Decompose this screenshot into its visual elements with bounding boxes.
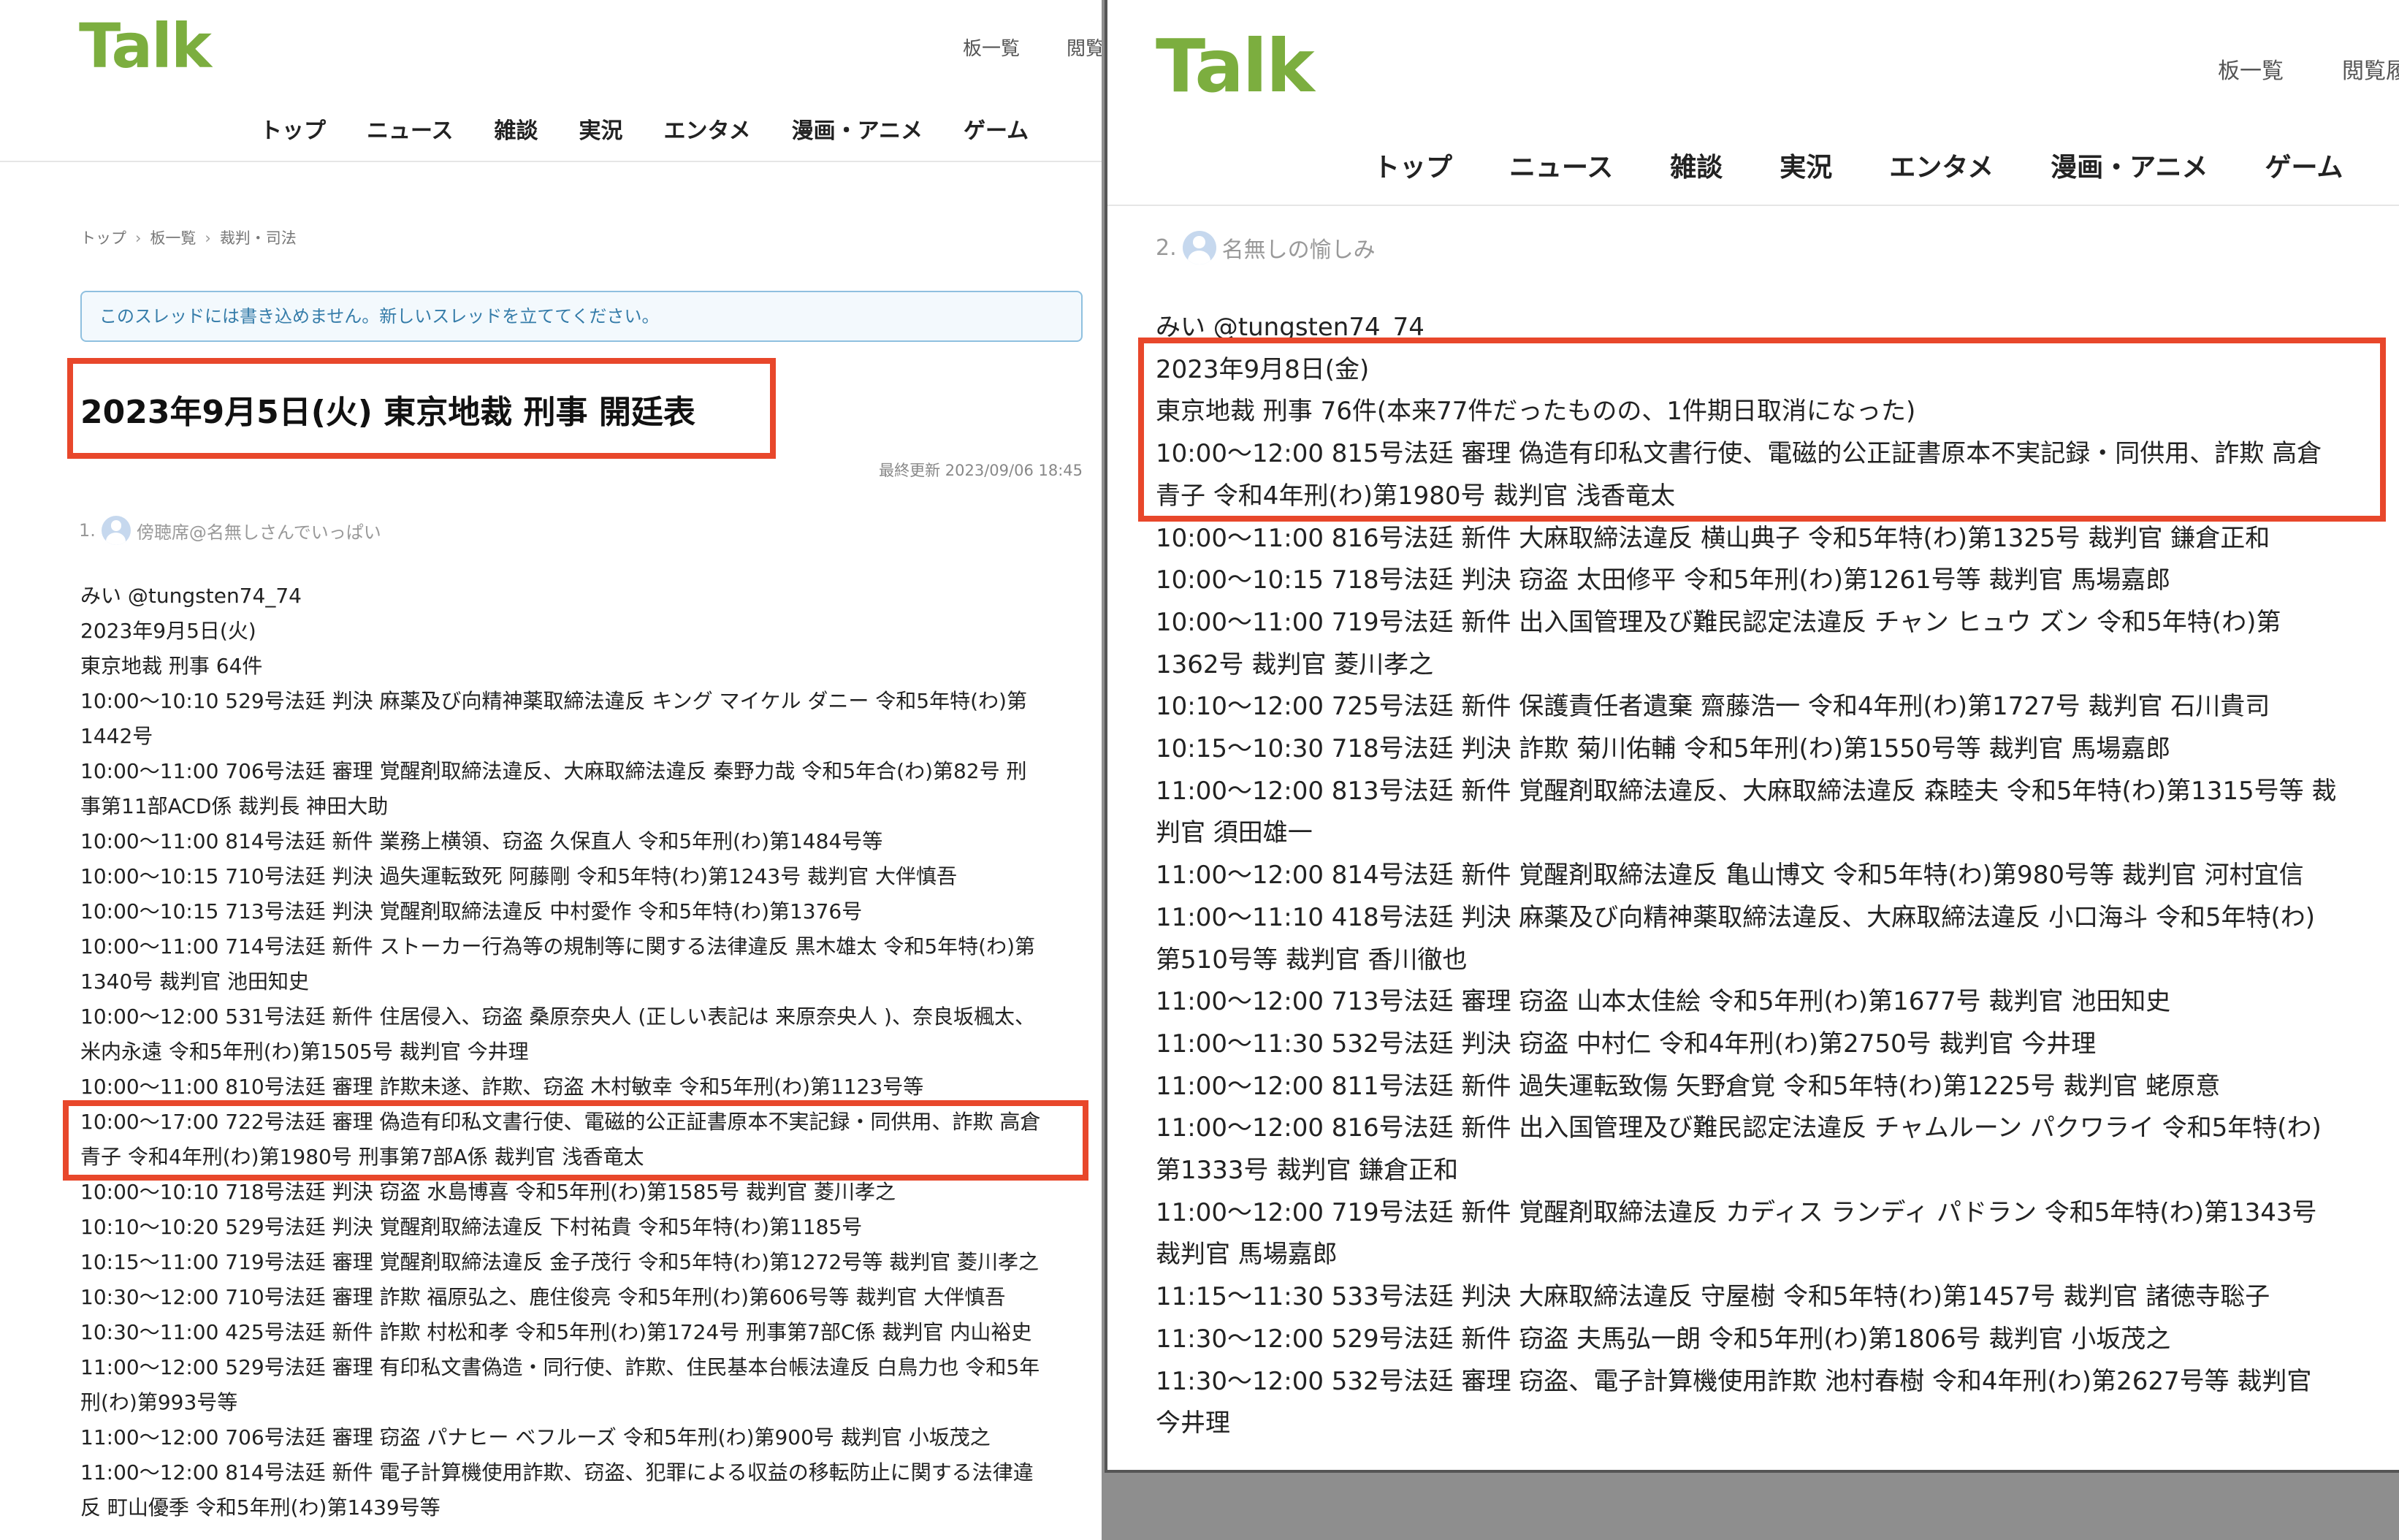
post-line: 10:00〜10:15 718号法廷 判決 窃盗 太田修平 令和5年刑(わ)第1… xyxy=(1156,565,2171,595)
chevron-right-icon: › xyxy=(205,229,211,247)
nav-game[interactable]: ゲーム xyxy=(964,113,1029,145)
board-list-link[interactable]: 板一覧 xyxy=(2218,53,2284,85)
board-list-link[interactable]: 板一覧 xyxy=(963,34,1020,61)
post-line: 第1333号 裁判官 鎌倉正和 xyxy=(1156,1156,1459,1186)
nav-manga-anime[interactable]: 漫画・アニメ xyxy=(2051,146,2208,184)
poster-name: 傍聴席@名無しさんでいっぱい xyxy=(136,522,381,543)
post-line: 東京地裁 刑事 64件 xyxy=(80,654,263,678)
breadcrumb-top[interactable]: トップ xyxy=(80,229,126,247)
left-screenshot-panel: Talk 板一覧 閲覧 トップ ニュース 雑談 実況 エンタメ 漫画・アニメ ゲ… xyxy=(0,0,1102,1540)
highlight-box-case xyxy=(63,1100,1088,1181)
site-logo[interactable]: Talk xyxy=(79,10,212,82)
poster-name: 名無しの愉しみ xyxy=(1221,237,1376,263)
post-line: 2023年9月5日(火) xyxy=(80,619,256,643)
history-link[interactable]: 閲覧履 xyxy=(2342,53,2399,85)
post-line: 10:15〜11:00 719号法廷 審理 覚醒剤取締法違反 金子茂行 令和5年… xyxy=(80,1250,1040,1274)
nav-news[interactable]: ニュース xyxy=(1509,146,1613,184)
post-line: 1442号 xyxy=(80,724,153,748)
user-avatar-icon xyxy=(1182,231,1216,264)
breadcrumb-board-list[interactable]: 板一覧 xyxy=(150,229,196,247)
user-avatar-icon xyxy=(101,516,131,545)
nav-top[interactable]: トップ xyxy=(1373,146,1452,184)
header-divider xyxy=(1107,205,2399,206)
highlight-box-title xyxy=(67,358,776,459)
post-line: 事第11部ACD係 裁判長 神田大助 xyxy=(80,794,389,818)
post-line: 刑(わ)第993号等 xyxy=(80,1390,238,1414)
nav-news[interactable]: ニュース xyxy=(367,113,454,145)
nav-live[interactable]: 実況 xyxy=(579,113,623,145)
nav-chat[interactable]: 雑談 xyxy=(495,113,538,145)
post-line: 10:00〜10:15 710号法廷 判決 過失運転致死 阿藤剛 令和5年特(わ… xyxy=(80,864,958,888)
post-line: 裁判官 馬場嘉郎 xyxy=(1156,1240,1338,1270)
breadcrumb: トップ › 板一覧 › 裁判・司法 xyxy=(80,226,297,248)
post-line: 11:00〜12:00 814号法廷 新件 電子計算機使用詐欺、窃盗、犯罪による… xyxy=(80,1460,1034,1484)
post-line: 第510号等 裁判官 香川徹也 xyxy=(1156,945,1468,975)
main-nav: トップ ニュース 雑談 実況 エンタメ 漫画・アニメ ゲーム xyxy=(260,113,1069,145)
closed-thread-notice: このスレッドには書き込めません。新しいスレッドを立ててください。 xyxy=(80,291,1083,342)
post-line: 11:00〜12:00 529号法廷 審理 有印私文書偽造・同行使、詐欺、住民基… xyxy=(80,1355,1040,1379)
right-screenshot-panel: Talk 板一覧 閲覧履 トップ ニュース 雑談 実況 エンタメ 漫画・アニメ … xyxy=(1105,0,2399,1473)
last-updated: 最終更新 2023/09/06 18:45 xyxy=(879,462,1083,479)
post-line: 10:00〜11:00 814号法廷 新件 業務上横領、窃盗 久保直人 令和5年… xyxy=(80,829,883,853)
post-line: 11:30〜12:00 532号法廷 審理 窃盗、電子計算機使用詐欺 池村春樹 … xyxy=(1156,1366,2312,1396)
chevron-right-icon: › xyxy=(135,229,142,247)
post-header: 1. 傍聴席@名無しさんでいっぱい xyxy=(79,516,381,545)
post-header: 2. 名無しの愉しみ xyxy=(1156,231,1376,264)
post-number: 1. xyxy=(79,520,96,541)
post-line: 10:00〜11:00 810号法廷 審理 詐欺未遂、詐欺、窃盗 木村敏幸 令和… xyxy=(80,1075,924,1099)
post-line: 10:30〜12:00 710号法廷 審理 詐欺 福原弘之、鹿住俊亮 令和5年刑… xyxy=(80,1285,1006,1309)
post-line: 米内永遠 令和5年刑(わ)第1505号 裁判官 今井理 xyxy=(80,1040,529,1064)
nav-top[interactable]: トップ xyxy=(260,113,326,145)
nav-live[interactable]: 実況 xyxy=(1780,146,1832,184)
post-line: 今井理 xyxy=(1156,1409,1230,1438)
post-line: 10:30〜11:00 425号法廷 新件 詐欺 村松和孝 令和5年刑(わ)第1… xyxy=(80,1320,1032,1344)
post-line: 11:00〜12:00 713号法廷 審理 窃盗 山本太佳絵 令和5年刑(わ)第… xyxy=(1156,987,2171,1017)
post-line: 11:00〜12:00 811号法廷 新件 過失運転致傷 矢野倉覚 令和5年特(… xyxy=(1156,1071,2221,1101)
post-line: 10:10〜10:20 529号法廷 判決 覚醒剤取締法違反 下村祐貴 令和5年… xyxy=(80,1215,863,1239)
post-line: 判官 須田雄一 xyxy=(1156,818,1313,848)
post-line: 11:00〜11:10 418号法廷 判決 麻薬及び向精神薬取締法違反、大麻取締… xyxy=(1156,902,2316,932)
post-line: 10:10〜12:00 725号法廷 新件 保護責任者遺棄 齋藤浩一 令和4年刑… xyxy=(1156,692,2270,722)
post-body: みい @tungsten74_74 2023年9月5日(火) 東京地裁 刑事 64件… xyxy=(80,579,1040,1525)
post-line: 11:00〜12:00 816号法廷 新件 出入国管理及び難民認定法違反 チャム… xyxy=(1156,1113,2322,1143)
post-line: 反 町山優季 令和5年刑(わ)第1439号等 xyxy=(80,1495,440,1520)
nav-entertainment[interactable]: エンタメ xyxy=(1889,146,1994,184)
history-link[interactable]: 閲覧 xyxy=(1067,34,1102,61)
post-line: 11:00〜12:00 813号法廷 新件 覚醒剤取締法違反、大麻取締法違反 森… xyxy=(1156,776,2337,806)
post-line: 11:00〜12:00 706号法廷 審理 窃盗 パナヒー ベフルーズ 令和5年… xyxy=(80,1425,991,1449)
post-line: 10:15〜10:30 718号法廷 判決 詐欺 菊川佑輔 令和5年刑(わ)第1… xyxy=(1156,734,2171,764)
nav-game[interactable]: ゲーム xyxy=(2265,146,2343,184)
nav-entertainment[interactable]: エンタメ xyxy=(664,113,751,145)
post-line: 10:00〜11:00 719号法廷 新件 出入国管理及び難民認定法違反 チャン… xyxy=(1156,607,2281,637)
post-line: 10:00〜12:00 531号法廷 新件 住居侵入、窃盗 桑原奈央人 (正しい… xyxy=(80,1005,1035,1029)
post-number: 2. xyxy=(1156,235,1177,261)
post-line: 10:00〜10:15 713号法廷 判決 覚醒剤取締法違反 中村愛作 令和5年… xyxy=(80,899,863,923)
post-line: 11:00〜11:30 532号法廷 判決 窃盗 中村仁 令和4年刑(わ)第27… xyxy=(1156,1029,2097,1059)
post-line: 11:00〜12:00 719号法廷 新件 覚醒剤取締法違反 カディス ランディ… xyxy=(1156,1197,2317,1227)
post-line: 10:00〜10:10 529号法廷 判決 麻薬及び向精神薬取締法違反 キング … xyxy=(80,689,1027,713)
breadcrumb-category[interactable]: 裁判・司法 xyxy=(220,229,297,247)
post-line: 11:00〜12:00 814号法廷 新件 覚醒剤取締法違反 亀山博文 令和5年… xyxy=(1156,861,2304,891)
post-line: 10:00〜11:00 714号法廷 新件 ストーカー行為等の規制等に関する法律… xyxy=(80,934,1035,958)
post-line: 1340号 裁判官 池田知史 xyxy=(80,969,310,994)
nav-manga-anime[interactable]: 漫画・アニメ xyxy=(792,113,923,145)
post-line: 10:00〜11:00 706号法廷 審理 覚醒剤取締法違反、大麻取締法違反 秦… xyxy=(80,759,1027,783)
post-line: 11:15〜11:30 533号法廷 判決 大麻取締法違反 守屋樹 令和5年特(… xyxy=(1156,1282,2270,1312)
site-logo[interactable]: Talk xyxy=(1156,23,1315,109)
highlight-box-case xyxy=(1138,338,2386,522)
post-line: 10:00〜11:00 816号法廷 新件 大麻取締法違反 横山典子 令和5年特… xyxy=(1156,523,2270,553)
post-line: 11:30〜12:00 529号法廷 新件 窃盗 夫馬弘一朗 令和5年刑(わ)第… xyxy=(1156,1324,2171,1354)
post-line: みい @tungsten74_74 xyxy=(80,584,302,608)
post-line: 1362号 裁判官 菱川孝之 xyxy=(1156,649,1434,679)
header-divider xyxy=(0,161,1102,162)
main-nav: トップ ニュース 雑談 実況 エンタメ 漫画・アニメ ゲーム ス xyxy=(1373,146,2399,184)
nav-chat[interactable]: 雑談 xyxy=(1670,146,1723,184)
